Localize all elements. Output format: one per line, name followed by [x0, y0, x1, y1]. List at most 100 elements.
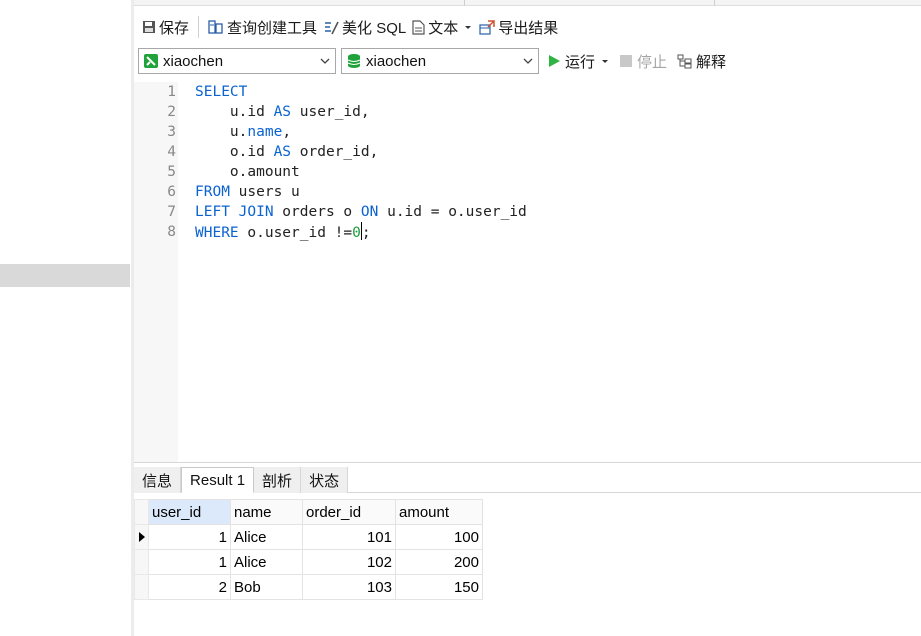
- object-tree-selected-row[interactable]: [0, 264, 130, 287]
- code-text: o.amount: [195, 162, 300, 182]
- query-editor-pane: 保存 查询创建工具 美化 SQL 文本 导出结果 xiaochen xiaoch…: [134, 0, 921, 636]
- app-window: 保存 查询创建工具 美化 SQL 文本 导出结果 xiaochen xiaoch…: [0, 0, 921, 636]
- chevron-down-icon: [320, 58, 330, 64]
- line-number: 7: [167, 204, 176, 220]
- code-line: 6 FROM users u: [134, 182, 921, 202]
- table-row[interactable]: 2 Bob 103 150: [134, 574, 483, 600]
- table-cell[interactable]: Bob: [230, 574, 303, 600]
- toolbar-separator: [198, 16, 200, 38]
- table-row[interactable]: 1 Alice 102 200: [134, 549, 483, 575]
- code-text: o.id AS order_id,: [195, 142, 378, 162]
- column-header[interactable]: user_id: [148, 499, 231, 525]
- table-row[interactable]: 1 Alice 101 100: [134, 524, 483, 550]
- query-builder-button[interactable]: 查询创建工具: [205, 14, 320, 40]
- run-label: 运行: [565, 53, 596, 71]
- sql-token: ;: [361, 225, 371, 241]
- column-header[interactable]: order_id: [302, 499, 396, 525]
- sql-token: users u: [229, 184, 300, 200]
- query-builder-label: 查询创建工具: [227, 19, 318, 37]
- beautify-sql-button[interactable]: 美化 SQL: [320, 14, 409, 40]
- code-line: 5 o.amount: [134, 162, 921, 182]
- stop-icon: [620, 55, 633, 67]
- beautify-icon: [325, 21, 339, 34]
- result-tab[interactable]: Result 1: [181, 467, 255, 493]
- code-text: SELECT: [195, 82, 247, 102]
- text-mode-label: 文本: [428, 19, 459, 37]
- code-line: 2 u.id AS user_id,: [134, 102, 921, 122]
- save-button[interactable]: 保存: [139, 14, 192, 40]
- sql-token: u.id = o.user_id: [378, 204, 527, 220]
- result-tab[interactable]: 状态: [301, 467, 349, 493]
- dropdown-arrow-icon: [602, 60, 609, 63]
- table-cell[interactable]: 200: [395, 549, 483, 575]
- table-cell[interactable]: 2: [148, 574, 231, 600]
- result-tab[interactable]: 信息: [134, 467, 182, 493]
- query-tab-strip: [134, 0, 921, 6]
- sql-token: orders o: [273, 204, 361, 220]
- line-number: 2: [167, 104, 176, 120]
- result-tab[interactable]: 剖析: [254, 467, 302, 493]
- export-icon: [479, 19, 495, 35]
- object-tree-panel: [0, 0, 131, 636]
- result-grid-header: user_id name order_id amount: [134, 499, 483, 525]
- table-cell[interactable]: 102: [302, 549, 396, 575]
- document-icon: [412, 19, 425, 35]
- code-line: 7 LEFT JOIN orders o ON u.id = o.user_id: [134, 202, 921, 222]
- sql-token: u.: [195, 124, 248, 140]
- line-number: 6: [167, 184, 176, 200]
- sql-keyword: AS: [273, 144, 292, 160]
- explain-icon: [677, 54, 692, 68]
- sql-keyword: LEFT JOIN: [195, 204, 274, 220]
- results-pane: 信息 Result 1 剖析 状态 user_id name order_id amount…: [134, 462, 921, 636]
- save-icon: [143, 21, 155, 33]
- connection-value: xiaochen: [163, 52, 224, 70]
- result-grid-body: 1 Alice 101 100 1 Alice 102 200 2 Bob 103 150: [134, 524, 483, 600]
- code-line: 4 o.id AS order_id,: [134, 142, 921, 162]
- line-number: 1: [167, 84, 176, 100]
- result-tab-bar: 信息 Result 1 剖析 状态: [134, 467, 921, 493]
- row-indicator: [134, 549, 149, 575]
- column-header[interactable]: name: [230, 499, 303, 525]
- line-number: 4: [167, 144, 176, 160]
- table-cell[interactable]: 101: [302, 524, 396, 550]
- play-icon: [549, 55, 560, 67]
- code-text: u.name,: [195, 122, 291, 142]
- result-grid: user_id name order_id amount 1 Alice 101 100 1 A…: [134, 499, 483, 600]
- text-mode-dropdown[interactable]: 文本: [409, 14, 476, 40]
- sql-token: o.amount: [195, 164, 300, 180]
- connection-toolbar: xiaochen xiaochen 运行 停止 解释: [134, 47, 726, 75]
- column-header[interactable]: amount: [395, 499, 483, 525]
- table-cell[interactable]: 103: [302, 574, 396, 600]
- stop-button[interactable]: 停止: [620, 48, 667, 74]
- save-label: 保存: [159, 19, 190, 37]
- database-icon: [347, 54, 361, 68]
- row-indicator: [134, 574, 149, 600]
- sql-token: u.id: [195, 104, 274, 120]
- table-cell[interactable]: Alice: [230, 524, 303, 550]
- table-cell[interactable]: Alice: [230, 549, 303, 575]
- current-row-arrow-icon: [139, 531, 145, 542]
- dropdown-arrow-icon: [465, 26, 472, 29]
- export-results-button[interactable]: 导出结果: [476, 14, 561, 40]
- query-builder-icon: [208, 19, 223, 34]
- export-results-label: 导出结果: [498, 19, 559, 37]
- code-line: 8 WHERE o.user_id !=0;: [134, 222, 921, 242]
- query-toolbar: 保存 查询创建工具 美化 SQL 文本 导出结果: [134, 12, 561, 42]
- run-button[interactable]: 运行: [547, 48, 610, 74]
- table-cell[interactable]: 1: [148, 524, 231, 550]
- database-value: xiaochen: [366, 52, 427, 70]
- database-selector[interactable]: xiaochen: [341, 48, 539, 74]
- sql-keyword: ON: [360, 204, 379, 220]
- table-cell[interactable]: 150: [395, 574, 483, 600]
- code-line: 3 u.name,: [134, 122, 921, 142]
- row-indicator-header: [134, 499, 149, 525]
- table-cell[interactable]: 1: [148, 549, 231, 575]
- sql-editor[interactable]: 1 SELECT 2 u.id AS user_id, 3 u.name, 4 o.id…: [134, 82, 921, 462]
- explain-button[interactable]: 解释: [677, 48, 726, 74]
- code-text: u.id AS user_id,: [195, 102, 370, 122]
- stop-label: 停止: [637, 53, 668, 71]
- connection-selector[interactable]: xiaochen: [138, 48, 336, 74]
- sql-keyword: name: [247, 124, 283, 140]
- table-cell[interactable]: 100: [395, 524, 483, 550]
- connection-icon: [144, 54, 158, 68]
